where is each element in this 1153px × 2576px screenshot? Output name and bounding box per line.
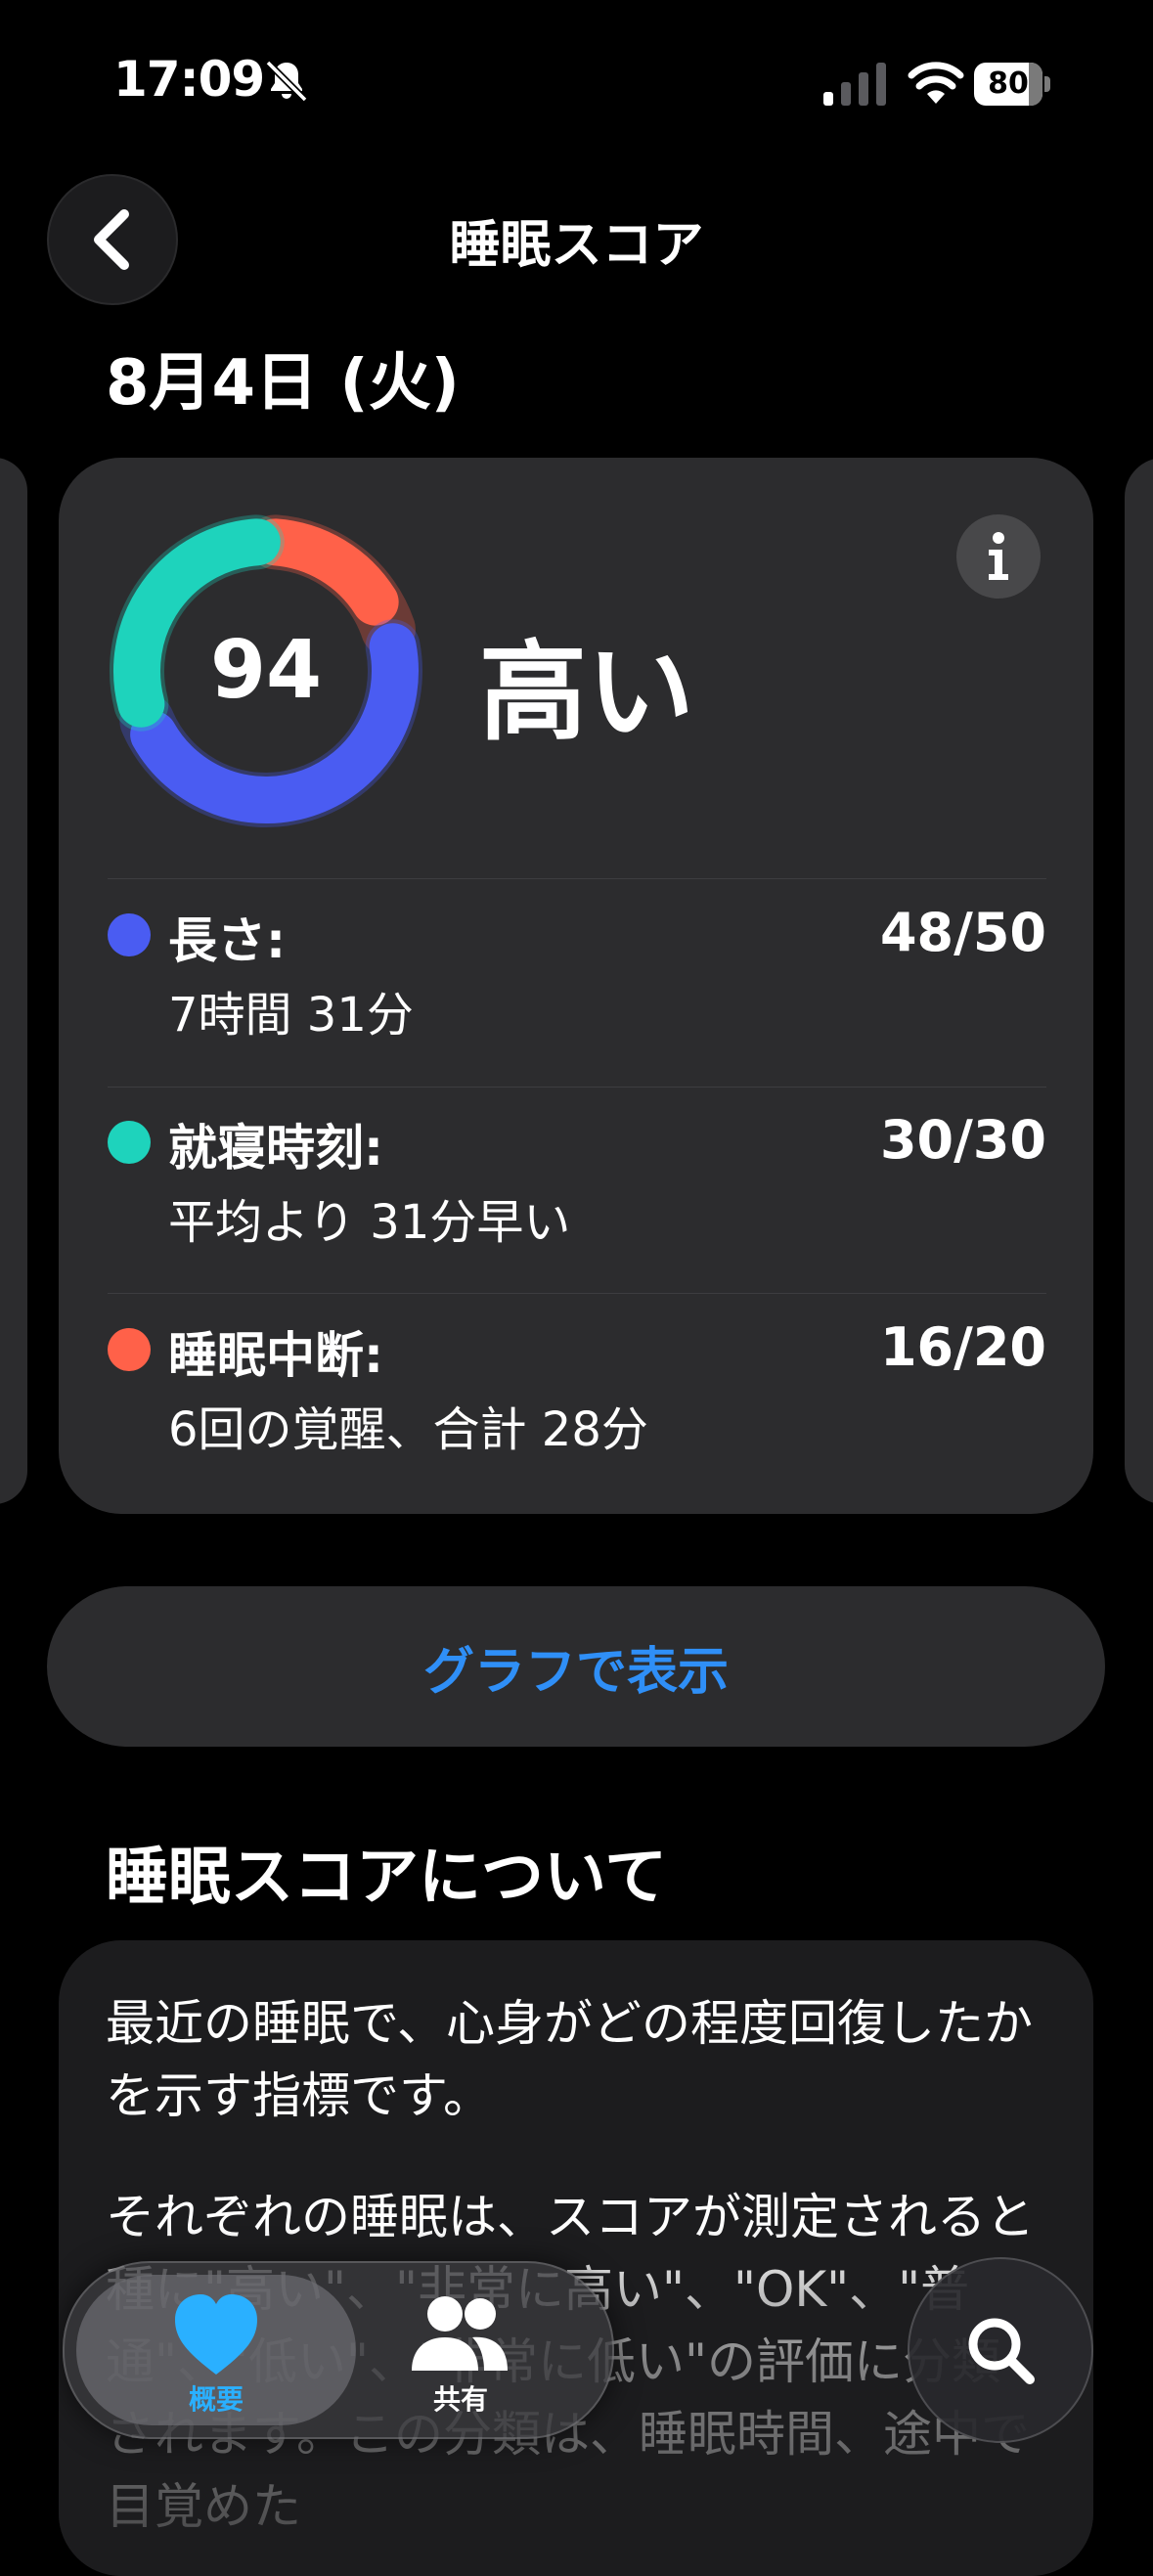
status-time: 17:09 xyxy=(113,51,265,108)
tab-bar: 概要 共有 xyxy=(63,2261,614,2439)
metric-label: 就寝時刻: xyxy=(168,1120,383,1177)
metric-detail: 6回の覚醒、合計 28分 xyxy=(168,1402,648,1457)
battery-percent: 80 xyxy=(988,67,1029,101)
divider xyxy=(108,1293,1046,1294)
tab-sharing[interactable]: 共有 xyxy=(321,2275,600,2425)
tab-label: 共有 xyxy=(432,2383,488,2416)
tab-label: 概要 xyxy=(188,2383,244,2416)
wifi-icon xyxy=(908,62,964,104)
score-rating: 高い xyxy=(479,630,694,755)
metric-score: 16/20 xyxy=(879,1316,1046,1378)
search-button[interactable] xyxy=(908,2257,1093,2443)
show-graph-button[interactable]: グラフで表示 xyxy=(47,1586,1105,1747)
info-button[interactable] xyxy=(956,514,1041,599)
divider xyxy=(108,1087,1046,1088)
metric-duration: 長さ: 48/50 7時間 31分 xyxy=(108,888,1046,1044)
people-icon xyxy=(412,2296,508,2371)
metric-bedtime: 就寝時刻: 30/30 平均より 31分早い xyxy=(108,1095,1046,1252)
metric-score: 30/30 xyxy=(879,1109,1046,1171)
info-icon xyxy=(989,532,1008,580)
metric-detail: 7時間 31分 xyxy=(168,988,414,1043)
bell-slash-icon xyxy=(265,60,308,103)
cellular-signal-icon xyxy=(823,63,886,106)
metric-label: 長さ: xyxy=(168,912,286,969)
page-title: 睡眠スコア xyxy=(449,216,704,275)
metric-interruptions: 睡眠中断: 16/20 6回の覚醒、合計 28分 xyxy=(108,1303,1046,1459)
about-card: 最近の睡眠で、心身がどの程度回復したかを示す指標です。 それぞれの睡眠は、スコア… xyxy=(59,1940,1093,2576)
next-day-card[interactable] xyxy=(1125,458,1153,1504)
metric-score: 48/50 xyxy=(879,902,1046,963)
battery-indicator: 80 xyxy=(974,63,1052,106)
heart-icon xyxy=(175,2294,257,2375)
score-value: 94 xyxy=(209,624,323,717)
sleep-score-card: 94 高い 長さ: 48/50 7時間 31分 就寝時刻: 30/30 平均より… xyxy=(59,458,1093,1514)
date-heading: 8月4日 (火) xyxy=(106,347,460,420)
about-paragraph-1: 最近の睡眠で、心身がどの程度回復したかを示す指標です。 xyxy=(106,1995,1033,2124)
metric-detail: 平均より 31分早い xyxy=(168,1195,571,1250)
divider xyxy=(108,878,1046,879)
search-icon xyxy=(968,2318,1035,2384)
metric-label: 睡眠中断: xyxy=(168,1327,383,1384)
interruptions-dot xyxy=(108,1328,151,1371)
bedtime-dot xyxy=(108,1121,151,1164)
about-heading: 睡眠スコアについて xyxy=(106,1842,668,1914)
duration-dot xyxy=(108,913,151,956)
previous-day-card[interactable] xyxy=(0,458,27,1504)
tab-summary[interactable]: 概要 xyxy=(76,2275,356,2425)
